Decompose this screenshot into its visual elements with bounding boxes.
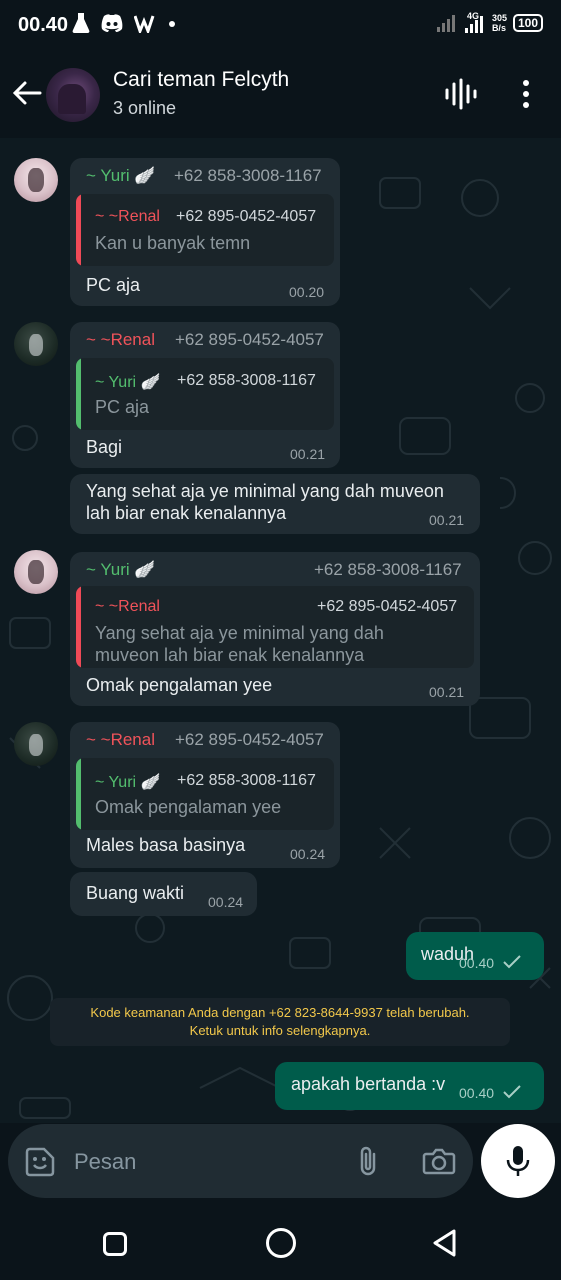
group-avatar[interactable] xyxy=(46,68,100,122)
message-time: 00.40 xyxy=(459,955,495,971)
message-text-line: lah biar enak kenalannya xyxy=(86,503,287,523)
network-speed: 305 B/s xyxy=(491,13,507,33)
sent-check-icon xyxy=(503,1085,521,1099)
quoted-message[interactable]: ~ ~Renal +62 895-0452-4057 Kan u banyak … xyxy=(76,194,334,266)
message-text: Omak pengalaman yee xyxy=(86,675,273,695)
message-time: 00.24 xyxy=(290,846,326,862)
sender-phone: +62 895-0452-4057 xyxy=(175,330,324,349)
message-time: 00.24 xyxy=(208,894,244,910)
sender-phone: +62 858-3008-1167 xyxy=(174,166,322,185)
message-bubble[interactable]: ~ Yuri 🪽 +62 858-3008-1167 ~ ~Renal +62 … xyxy=(70,158,340,306)
signal-weak-icon xyxy=(436,15,455,32)
quote-sender: ~ ~Renal xyxy=(95,598,160,615)
avatar-yuri[interactable] xyxy=(14,550,58,594)
recents-button[interactable] xyxy=(103,1232,127,1256)
sticker-icon[interactable] xyxy=(24,1146,56,1178)
quote-bar xyxy=(76,758,81,830)
message-bubble[interactable]: Buang wakti 00.24 xyxy=(70,872,257,916)
voice-record-button[interactable] xyxy=(481,1124,555,1198)
attach-icon[interactable] xyxy=(354,1144,382,1178)
message-input[interactable] xyxy=(74,1144,334,1180)
quote-text-line: muveon lah biar enak kenalannya xyxy=(95,645,365,665)
signal-4g-icon: 4G xyxy=(464,11,486,34)
clock: 00.40 xyxy=(18,14,69,36)
notice-line: Kode keamanan Anda dengan +62 823-8644-9… xyxy=(90,1005,470,1020)
avatar-renal[interactable] xyxy=(14,322,58,366)
message-bubble[interactable]: ~ Yuri 🪽 +62 858-3008-1167 ~ ~Renal +62 … xyxy=(70,552,480,706)
quoted-message[interactable]: ~ Yuri 🪽 +62 858-3008-1167 PC aja xyxy=(76,358,334,430)
system-navigation-bar xyxy=(0,1204,561,1280)
message-time: 00.20 xyxy=(289,284,325,300)
system-indicators: 4G 305 B/s 100 xyxy=(436,11,543,34)
chat-area[interactable]: ~ Yuri 🪽 +62 858-3008-1167 ~ ~Renal +62 … xyxy=(0,138,561,1123)
sender-name[interactable]: ~ Yuri 🪽 xyxy=(86,166,156,186)
outgoing-message-bubble[interactable]: apakah bertanda :v 00.40 xyxy=(275,1062,544,1110)
quote-phone: +62 858-3008-1167 xyxy=(177,772,316,789)
online-count: 3 online xyxy=(113,98,177,118)
message-text-line: Yang sehat aja ye minimal yang dah muveo… xyxy=(86,481,444,501)
notice-line: Ketuk untuk info selengkapnya. xyxy=(189,1023,371,1038)
app-w-icon xyxy=(134,15,155,33)
quoted-message[interactable]: ~ Yuri 🪽 +62 858-3008-1167 Omak pengalam… xyxy=(76,758,334,830)
home-button[interactable] xyxy=(266,1228,296,1258)
quote-phone: +62 895-0452-4057 xyxy=(317,598,458,615)
quote-text-line: Yang sehat aja ye minimal yang dah xyxy=(95,623,384,643)
more-options-icon[interactable] xyxy=(514,78,538,110)
camera-icon[interactable] xyxy=(422,1146,456,1176)
message-time: 00.21 xyxy=(290,446,326,462)
back-arrow-icon[interactable] xyxy=(10,76,44,110)
quote-sender: ~ Yuri 🪽 xyxy=(95,774,161,791)
security-code-notice[interactable]: Kode keamanan Anda dengan +62 823-8644-9… xyxy=(50,998,510,1046)
voice-chat-icon[interactable] xyxy=(442,78,478,110)
sender-name[interactable]: ~ Yuri 🪽 xyxy=(86,560,156,580)
chat-title[interactable]: Cari teman Felcyth xyxy=(113,68,289,92)
message-text: Buang wakti xyxy=(86,883,185,903)
outgoing-message-bubble[interactable]: waduh 00.40 xyxy=(406,932,544,980)
nav-back-icon[interactable] xyxy=(430,1228,460,1258)
chat-header: Cari teman Felcyth 3 online xyxy=(0,52,561,138)
quote-phone: +62 858-3008-1167 xyxy=(177,372,316,389)
sent-check-icon xyxy=(503,955,521,969)
message-bubble[interactable]: ~ ~Renal +62 895-0452-4057 ~ Yuri 🪽 +62 … xyxy=(70,722,340,868)
message-time: 00.40 xyxy=(459,1085,495,1101)
quote-text: Kan u banyak temn xyxy=(95,233,251,253)
message-text: apakah bertanda :v xyxy=(291,1074,446,1094)
status-bar: 00.40 4G 305 B/s 100 xyxy=(0,0,561,52)
quote-bar xyxy=(76,358,81,430)
quote-phone: +62 895-0452-4057 xyxy=(176,208,317,225)
sender-phone: +62 858-3008-1167 xyxy=(314,560,462,579)
message-text: Males basa basinya xyxy=(86,835,246,855)
sender-name[interactable]: ~ ~Renal xyxy=(86,730,155,750)
quote-bar xyxy=(76,194,81,266)
quote-text: Omak pengalaman yee xyxy=(95,797,282,817)
message-bubble[interactable]: Yang sehat aja ye minimal yang dah muveo… xyxy=(70,474,480,534)
quote-text: PC aja xyxy=(95,397,150,417)
quote-sender: ~ ~Renal xyxy=(95,208,160,225)
avatar-renal[interactable] xyxy=(14,722,58,766)
message-composer xyxy=(8,1124,473,1198)
quoted-message[interactable]: ~ ~Renal +62 895-0452-4057 Yang sehat aj… xyxy=(76,586,474,668)
mic-icon xyxy=(506,1146,530,1176)
message-text: Bagi xyxy=(86,437,123,457)
discord-icon xyxy=(101,14,123,32)
sender-phone: +62 895-0452-4057 xyxy=(175,730,324,749)
message-text: PC aja xyxy=(86,275,141,295)
flask-icon xyxy=(72,13,90,33)
message-time: 00.21 xyxy=(429,684,465,700)
quote-sender: ~ Yuri 🪽 xyxy=(95,374,161,391)
dot-icon xyxy=(169,21,175,27)
message-time: 00.21 xyxy=(429,512,465,528)
battery-indicator: 100 xyxy=(512,14,543,32)
avatar-yuri[interactable] xyxy=(14,158,58,202)
notification-icons xyxy=(72,12,176,34)
quote-bar xyxy=(76,586,81,668)
sender-name[interactable]: ~ ~Renal xyxy=(86,330,155,350)
message-bubble[interactable]: ~ ~Renal +62 895-0452-4057 ~ Yuri 🪽 +62 … xyxy=(70,322,340,468)
